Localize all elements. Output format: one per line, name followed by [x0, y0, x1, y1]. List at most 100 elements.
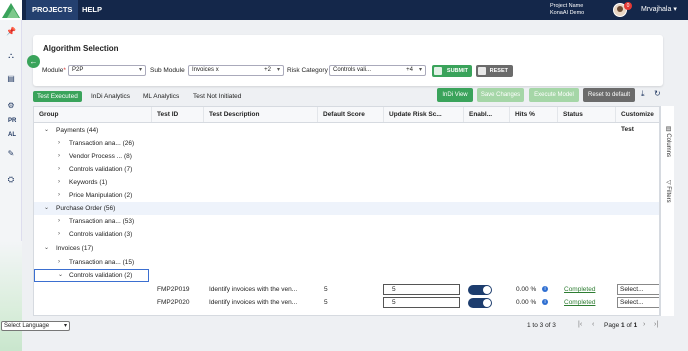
- col-header-test-id[interactable]: Test ID: [152, 107, 204, 122]
- save-changes-button[interactable]: Save Changes: [477, 88, 524, 102]
- tab-indi-analytics[interactable]: InDi Analytics: [87, 91, 134, 102]
- language-select[interactable]: Select Language ▾: [1, 321, 70, 331]
- module-select[interactable]: P2P ▾: [68, 65, 146, 76]
- hierarchy-icon[interactable]: ⛬: [4, 50, 18, 62]
- risk-category-select[interactable]: Controls vali... +4 ▾: [329, 65, 426, 76]
- col-header-group[interactable]: Group: [34, 107, 152, 122]
- submodule-select[interactable]: Invoices x +2 ▾: [188, 65, 284, 76]
- group-label: Controls validation (7): [69, 163, 132, 176]
- next-page-icon[interactable]: ›: [643, 321, 645, 328]
- risk-score-input[interactable]: 5: [383, 297, 460, 308]
- settings-icon[interactable]: ⚙: [4, 100, 18, 112]
- chevron-down-icon: ▾: [138, 67, 142, 73]
- customize-select[interactable]: Select...: [617, 284, 659, 295]
- col-header-hits[interactable]: Hits %: [510, 107, 558, 122]
- download-icon[interactable]: ⤓: [641, 89, 645, 99]
- group-row[interactable]: ⌄ Purchase Order (56): [34, 202, 659, 215]
- module-label-text: Module: [42, 67, 64, 74]
- group-row[interactable]: › Controls validation (7): [34, 163, 659, 176]
- refresh-icon[interactable]: ↻: [654, 89, 661, 98]
- group-row[interactable]: › Price Manipulation (2): [34, 189, 659, 202]
- status-link[interactable]: Completed: [564, 283, 595, 296]
- filters-panel-toggle[interactable]: ▽ Filters: [665, 180, 672, 203]
- group-row[interactable]: ⌄ Payments (44): [34, 124, 659, 137]
- chevron-down-icon[interactable]: ⌄: [44, 242, 49, 255]
- chevron-right-icon[interactable]: ›: [58, 189, 60, 202]
- group-row[interactable]: › Controls validation (3): [34, 228, 659, 241]
- last-page-icon[interactable]: ›|: [654, 321, 658, 328]
- tab-test-not-initiated[interactable]: Test Not Initiated: [189, 91, 245, 102]
- info-icon[interactable]: i: [542, 299, 548, 305]
- database-icon[interactable]: ▤: [4, 73, 18, 85]
- tab-test-executed[interactable]: Test Executed: [33, 91, 82, 102]
- team-icon[interactable]: ⛭: [4, 174, 18, 186]
- default-score-cell: 5: [324, 299, 328, 306]
- info-icon[interactable]: i: [542, 286, 548, 292]
- tab-ml-analytics[interactable]: ML Analytics: [139, 91, 183, 102]
- submodule-extra-count: +2: [264, 67, 271, 73]
- submit-button[interactable]: SUBMIT: [432, 65, 472, 77]
- chevron-right-icon[interactable]: ›: [58, 163, 60, 176]
- pin-icon[interactable]: 📌: [4, 26, 18, 38]
- close-icon[interactable]: x: [216, 67, 219, 73]
- chevron-right-icon[interactable]: ›: [58, 176, 60, 189]
- chevron-right-icon[interactable]: ›: [58, 137, 60, 150]
- group-row[interactable]: › Keywords (1): [34, 176, 659, 189]
- execute-model-button[interactable]: Execute Model: [529, 88, 579, 102]
- group-count: (26): [122, 140, 135, 147]
- col-header-update-risk-score[interactable]: Update Risk Sc...: [384, 107, 464, 122]
- reset-button[interactable]: RESET: [476, 65, 513, 77]
- col-header-test-description[interactable]: Test Description: [204, 107, 318, 122]
- rail-item-pr[interactable]: PR: [8, 118, 16, 124]
- chevron-right-icon[interactable]: ›: [58, 228, 60, 241]
- reset-to-default-button[interactable]: Reset to default: [583, 88, 635, 102]
- col-header-status[interactable]: Status: [558, 107, 616, 122]
- chevron-down-icon[interactable]: ⌄: [44, 202, 49, 215]
- group-row[interactable]: › Transaction ana... (53): [34, 215, 659, 228]
- group-count: (53): [122, 218, 135, 225]
- col-header-default-score[interactable]: Default Score: [318, 107, 384, 122]
- notification-badge[interactable]: 0: [624, 2, 632, 10]
- chevron-right-icon[interactable]: ›: [58, 215, 60, 228]
- group-label: Invoices (17): [56, 242, 93, 255]
- chevron-right-icon[interactable]: ›: [58, 150, 60, 163]
- group-label: Transaction ana... (15): [69, 256, 134, 269]
- indi-view-button[interactable]: InDi View: [437, 88, 473, 102]
- customize-select[interactable]: Select...: [617, 297, 659, 308]
- group-row[interactable]: › Transaction ana... (26): [34, 137, 659, 150]
- app-logo[interactable]: [0, 0, 22, 20]
- submit-label: SUBMIT: [446, 68, 468, 74]
- nav-projects[interactable]: PROJECTS: [26, 0, 79, 20]
- col-header-customize-test[interactable]: Customize Test: [616, 107, 659, 133]
- first-page-icon[interactable]: |‹: [578, 321, 582, 328]
- enable-toggle[interactable]: [468, 285, 492, 295]
- nav-help[interactable]: HELP: [76, 0, 108, 20]
- chevron-down-icon[interactable]: ⌄: [44, 124, 49, 137]
- group-count: (2): [124, 192, 133, 199]
- user-name: Mrvajhala: [641, 6, 672, 13]
- risk-score-input[interactable]: 5: [383, 284, 460, 295]
- group-count: (15): [122, 259, 135, 266]
- prev-page-icon[interactable]: ‹: [592, 321, 594, 328]
- edit-icon[interactable]: ✎: [4, 148, 18, 160]
- test-description-cell: Identify invoices with the ven...: [209, 299, 298, 306]
- chevron-right-icon[interactable]: ›: [58, 256, 60, 269]
- table-row[interactable]: FMP2P020 Identify invoices with the ven.…: [34, 296, 659, 309]
- columns-panel-toggle[interactable]: ▥ Columns: [665, 126, 672, 157]
- group-name: Controls validation: [69, 166, 123, 173]
- back-arrow-icon[interactable]: ←: [27, 55, 40, 68]
- group-count: (7): [124, 166, 133, 173]
- group-label: Controls validation (3): [69, 228, 132, 241]
- group-row[interactable]: ⌄ Invoices (17): [34, 242, 659, 255]
- rail-item-al[interactable]: AL: [8, 132, 16, 138]
- user-menu[interactable]: Mrvajhala ▾: [641, 0, 677, 20]
- enable-toggle[interactable]: [468, 298, 492, 308]
- side-tool-panel: ▥ Columns ▽ Filters: [660, 106, 674, 316]
- top-nav-bar: PROJECTS HELP Project Name KonaAI Demo 0…: [0, 0, 688, 20]
- group-row[interactable]: › Vendor Process ... (8): [34, 150, 659, 163]
- group-label: Transaction ana... (26): [69, 137, 134, 150]
- group-row[interactable]: › Transaction ana... (15): [34, 256, 659, 269]
- table-row[interactable]: FMP2P019 Identify invoices with the ven.…: [34, 283, 659, 296]
- col-header-enabled[interactable]: Enabl...: [464, 107, 510, 122]
- status-link[interactable]: Completed: [564, 296, 595, 309]
